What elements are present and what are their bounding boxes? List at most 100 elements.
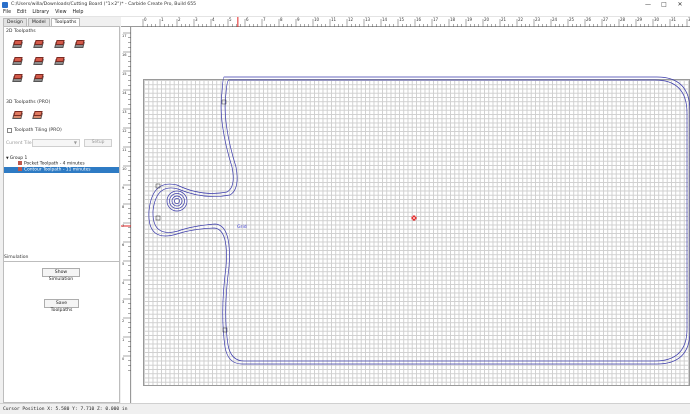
ruler-label: 13 xyxy=(365,17,371,22)
minimize-button[interactable]: — xyxy=(640,0,656,9)
tab-model[interactable]: Model xyxy=(27,18,50,26)
ruler-label: 21 xyxy=(501,17,507,22)
ruler-label: 18 xyxy=(450,17,456,22)
ruler-label: 12 xyxy=(348,17,354,22)
tree-item-contour[interactable]: Contour Toolpath - 11 minutes xyxy=(4,167,119,173)
ruler-label: 12 xyxy=(122,129,127,133)
ruler-label: 30 xyxy=(654,17,660,22)
ruler-label: 25 xyxy=(569,17,575,22)
toolpath-tiling-checkbox[interactable] xyxy=(7,128,12,133)
toolpaths-panel: 2D Toolpaths 3D Toolpaths (PRO) Toolpath… xyxy=(3,26,120,268)
ruler-label: 6 xyxy=(246,17,249,22)
toolpath-overlay xyxy=(148,76,690,365)
panel-tabs: Design Model Toolpaths xyxy=(3,18,81,26)
vcarve-toolpath-icon[interactable] xyxy=(74,39,85,50)
contour-inner-path[interactable] xyxy=(152,79,688,362)
ruler-label: 4 xyxy=(212,17,215,22)
current-tile-select[interactable]: ▼ xyxy=(32,139,80,147)
chamfer-toolpath-icon[interactable] xyxy=(54,56,65,67)
ruler-label: 8 xyxy=(280,17,283,22)
ruler-label: 11 xyxy=(122,148,127,152)
setup-button[interactable]: Setup xyxy=(84,139,112,147)
app-window: C:/Users/willa/Downloads/Cutting Board (… xyxy=(0,0,690,414)
section-3d-toolpaths: 3D Toolpaths (PRO) xyxy=(6,100,51,105)
menu-view[interactable]: View xyxy=(52,10,69,15)
ruler-label: 6 xyxy=(122,243,125,247)
ruler-label: 8 xyxy=(122,205,125,209)
contour-outer-path[interactable] xyxy=(148,76,690,365)
ruler-label: 14 xyxy=(122,91,127,95)
simulation-panel: Show Simulation Save Toolpaths xyxy=(3,261,120,403)
ruler-label: 9 xyxy=(122,186,125,190)
cursor-position: Cursor Position X: 5.580 Y: 7.710 Z: 0.0… xyxy=(3,407,128,412)
section-2d-toolpaths: 2D Toolpaths xyxy=(6,29,36,34)
toolpath-tiling-label: Toolpath Tiling (PRO) xyxy=(14,128,62,133)
menu-bar: File Edit Library View Help xyxy=(0,9,690,17)
design-canvas[interactable]: Grid xyxy=(132,27,690,403)
toolpath-tree: ▼Group 1 Pocket Toolpath - 4 minutes Con… xyxy=(4,155,119,195)
ruler-label: 15 xyxy=(122,72,127,76)
ruler-label: 19 xyxy=(467,17,473,22)
show-simulation-button[interactable]: Show Simulation xyxy=(42,268,80,282)
ruler-label: 4 xyxy=(122,281,125,285)
expand-arrow-icon: ▼ xyxy=(6,156,9,160)
toolpath-icon xyxy=(18,161,22,165)
engrave-toolpath-icon[interactable] xyxy=(12,73,23,84)
ruler-label: 14 xyxy=(382,17,388,22)
thread-toolpath-icon[interactable] xyxy=(33,73,44,84)
ruler-label: 22 xyxy=(518,17,524,22)
texture-toolpath-icon[interactable] xyxy=(33,56,44,67)
tree-item-label: Pocket Toolpath - 4 minutes xyxy=(24,161,85,167)
window-title: C:/Users/willa/Downloads/Cutting Board (… xyxy=(11,2,197,7)
maximize-button[interactable]: □ xyxy=(656,0,672,9)
menu-file[interactable]: File xyxy=(0,10,14,15)
ruler-label: 27 xyxy=(603,17,609,22)
ruler-label: 20 xyxy=(484,17,490,22)
app-icon xyxy=(2,1,8,8)
ruler-label: 0 xyxy=(144,17,147,22)
vertical-ruler: 17 16 15 14 13 12 11 10 9 8 7 6 5 4 3 2 1 0 xyxy=(121,27,131,403)
menu-help[interactable]: Help xyxy=(70,10,87,15)
vertical-ruler-ticks xyxy=(121,32,131,371)
grid-label: Grid xyxy=(237,225,247,230)
ruler-label: 1 xyxy=(122,338,125,342)
simulation-title: Simulation xyxy=(4,255,29,260)
3d-finish-icon[interactable] xyxy=(32,110,43,121)
pocket-toolpath-icon[interactable] xyxy=(33,39,44,50)
ruler-label: 29 xyxy=(637,17,643,22)
ruler-label: 3 xyxy=(195,17,198,22)
ruler-label: 28 xyxy=(620,17,626,22)
ruler-label: 3 xyxy=(122,300,125,304)
close-button[interactable]: ✕ xyxy=(672,0,688,9)
menu-edit[interactable]: Edit xyxy=(14,10,29,15)
ruler-label: 15 xyxy=(399,17,405,22)
ruler-label: 11 xyxy=(331,17,337,22)
ruler-label: 9 xyxy=(297,17,300,22)
ruler-label: 7 xyxy=(122,224,125,228)
advanced-vcarve-icon[interactable] xyxy=(12,56,23,67)
tab-toolpaths[interactable]: Toolpaths xyxy=(50,18,81,26)
3d-rough-icon[interactable] xyxy=(12,110,23,121)
tree-item-label: Contour Toolpath - 11 minutes xyxy=(24,167,91,173)
ruler-label: 1 xyxy=(161,17,164,22)
ruler-label: 10 xyxy=(122,167,127,171)
ruler-label: 23 xyxy=(535,17,541,22)
title-bar: C:/Users/willa/Downloads/Cutting Board (… xyxy=(0,0,690,9)
ruler-label: 16 xyxy=(416,17,422,22)
ruler-label: 2 xyxy=(178,17,181,22)
contour-toolpath-icon[interactable] xyxy=(12,39,23,50)
ruler-label: 5 xyxy=(229,17,232,22)
ruler-label: 16 xyxy=(122,53,127,57)
chevron-down-icon: ▼ xyxy=(73,140,77,145)
drill-toolpath-icon[interactable] xyxy=(54,39,65,50)
ruler-label: 13 xyxy=(122,110,127,114)
ruler-label: 5 xyxy=(122,262,125,266)
save-toolpaths-button[interactable]: Save Toolpaths xyxy=(44,299,79,313)
ruler-label: 10 xyxy=(314,17,320,22)
ruler-label: 31 xyxy=(671,17,677,22)
menu-library[interactable]: Library xyxy=(29,10,52,15)
ruler-label: 0 xyxy=(122,357,125,361)
ruler-label: 17 xyxy=(433,17,439,22)
status-bar: Cursor Position X: 5.580 Y: 7.710 Z: 0.0… xyxy=(0,403,690,414)
tab-design[interactable]: Design xyxy=(3,18,27,26)
